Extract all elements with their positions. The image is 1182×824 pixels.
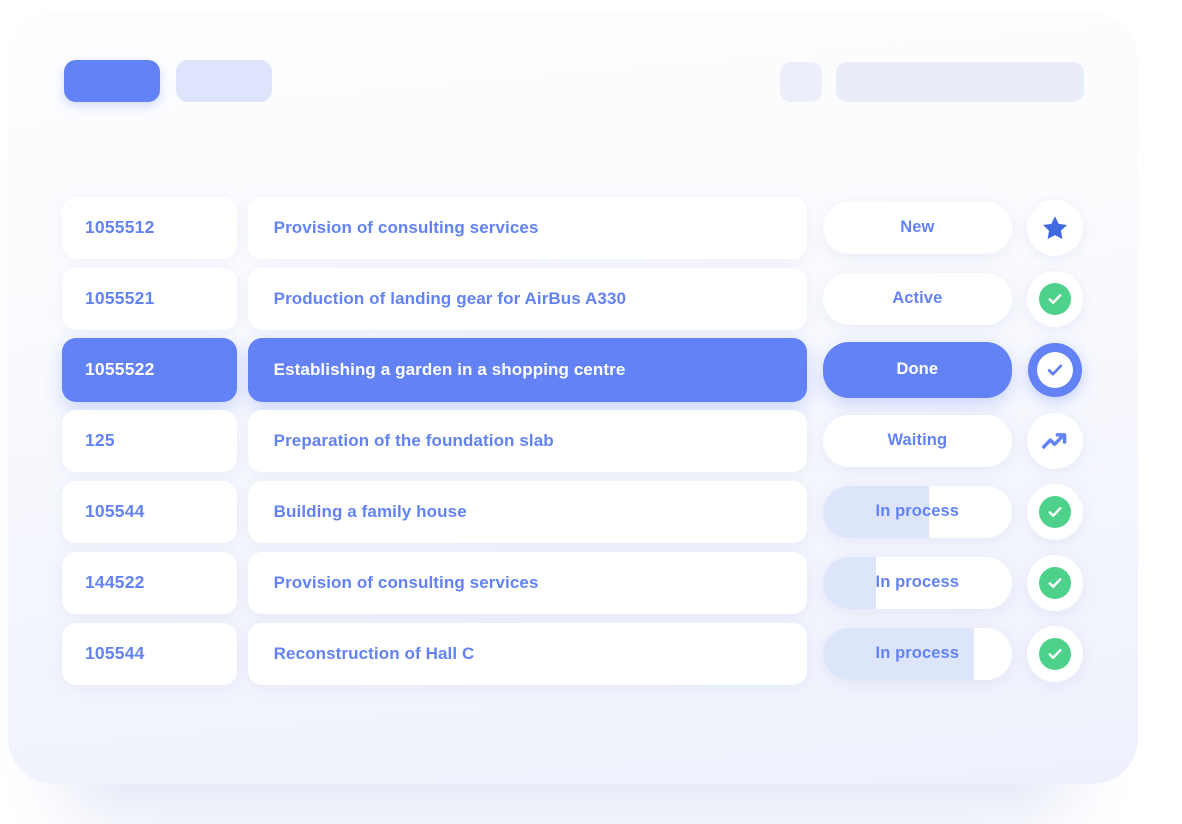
row-id-cell[interactable]: 1055512 [62,197,237,259]
table-row[interactable]: 1055521 Production of landing gear for Ai… [62,263,1086,334]
row-indicator-cell[interactable] [1024,555,1086,611]
row-indicator-cell[interactable] [1024,200,1086,256]
row-id-label: 1055521 [62,288,155,309]
check-circle-green-disc[interactable] [1027,271,1083,327]
row-status-pill[interactable]: Active [823,273,1013,325]
check-circle-green-icon [1039,638,1071,670]
row-title-cell[interactable]: Provision of consulting services [248,197,807,259]
row-title-label: Provision of consulting services [248,573,539,593]
row-status-pill[interactable]: Done [823,342,1013,398]
trending-up-disc[interactable] [1027,413,1083,469]
check-icon [1046,574,1064,592]
row-status-label: Done [823,342,1013,398]
row-indicator-cell[interactable] [1024,484,1086,540]
row-status-pill[interactable]: In process [823,486,1013,538]
row-id-label: 1055522 [62,359,155,380]
top-toolbar [8,12,1138,152]
row-status-label: Active [823,273,1013,325]
row-title-label: Reconstruction of Hall C [248,644,475,664]
toolbar-square-placeholder[interactable] [780,62,822,102]
tab-inactive-placeholder[interactable] [176,60,272,102]
screenshot-root: 1055512 Provision of consulting services N… [0,0,1182,824]
row-title-label: Production of landing gear for AirBus A3… [248,289,626,309]
row-status-pill[interactable]: New [823,202,1013,254]
check-circle-green-disc[interactable] [1027,626,1083,682]
row-status-label: In process [823,557,1013,609]
check-circle-blue-icon [1037,352,1073,388]
row-id-cell[interactable]: 105544 [62,481,237,543]
row-status-pill[interactable]: Waiting [823,415,1013,467]
table-row[interactable]: 144522 Provision of consulting services In… [62,547,1086,618]
row-id-cell[interactable]: 1055522 [62,338,237,402]
row-title-label: Preparation of the foundation slab [248,431,554,451]
star-icon-disc[interactable] [1027,200,1083,256]
row-id-label: 105544 [62,501,145,522]
row-title-cell[interactable]: Building a family house [248,481,807,543]
check-circle-green-disc[interactable] [1027,555,1083,611]
tab-active-placeholder[interactable] [64,60,160,102]
row-id-cell[interactable]: 105544 [62,623,237,685]
row-status-pill[interactable]: In process [823,557,1013,609]
row-title-cell[interactable]: Production of landing gear for AirBus A3… [248,268,807,330]
row-status-label: In process [823,628,1013,680]
star-icon [1040,213,1070,243]
check-circle-green-icon [1039,496,1071,528]
row-id-cell[interactable]: 144522 [62,552,237,614]
row-title-cell[interactable]: Establishing a garden in a shopping cent… [248,338,807,402]
row-title-label: Building a family house [248,502,467,522]
table-row[interactable]: 1055512 Provision of consulting services N… [62,192,1086,263]
table-row[interactable]: 105544 Reconstruction of Hall C In process [62,618,1086,689]
table-row[interactable]: 105544 Building a family house In process [62,476,1086,547]
check-icon [1046,645,1064,663]
table-row[interactable]: 125 Preparation of the foundation slab Wai… [62,405,1086,476]
row-id-label: 125 [62,430,115,451]
check-icon [1045,360,1065,380]
row-status-label: Waiting [823,415,1013,467]
trending-up-icon [1039,425,1071,457]
check-circle-green-icon [1039,567,1071,599]
check-circle-green-icon [1039,283,1071,315]
check-circle-green-disc[interactable] [1027,484,1083,540]
table-row[interactable]: 1055522 Establishing a garden in a shoppi… [62,334,1086,405]
row-title-label: Establishing a garden in a shopping cent… [248,360,626,380]
row-title-cell[interactable]: Provision of consulting services [248,552,807,614]
row-title-cell[interactable]: Reconstruction of Hall C [248,623,807,685]
row-indicator-cell[interactable] [1024,342,1086,398]
row-indicator-cell[interactable] [1024,626,1086,682]
check-circle-blue-disc[interactable] [1028,343,1082,397]
row-status-pill[interactable]: In process [823,628,1013,680]
row-id-label: 1055512 [62,217,155,238]
row-id-cell[interactable]: 125 [62,410,237,472]
row-status-label: In process [823,486,1013,538]
check-icon [1046,503,1064,521]
check-icon [1046,290,1064,308]
task-list-card: 1055512 Provision of consulting services N… [8,12,1138,784]
toolbar-bar-placeholder[interactable] [836,62,1084,102]
row-title-cell[interactable]: Preparation of the foundation slab [248,410,807,472]
task-table: 1055512 Provision of consulting services N… [62,192,1086,689]
row-id-label: 105544 [62,643,145,664]
row-indicator-cell[interactable] [1024,413,1086,469]
row-title-label: Provision of consulting services [248,218,539,238]
row-id-cell[interactable]: 1055521 [62,268,237,330]
row-status-label: New [823,202,1013,254]
row-id-label: 144522 [62,572,145,593]
row-indicator-cell[interactable] [1024,271,1086,327]
